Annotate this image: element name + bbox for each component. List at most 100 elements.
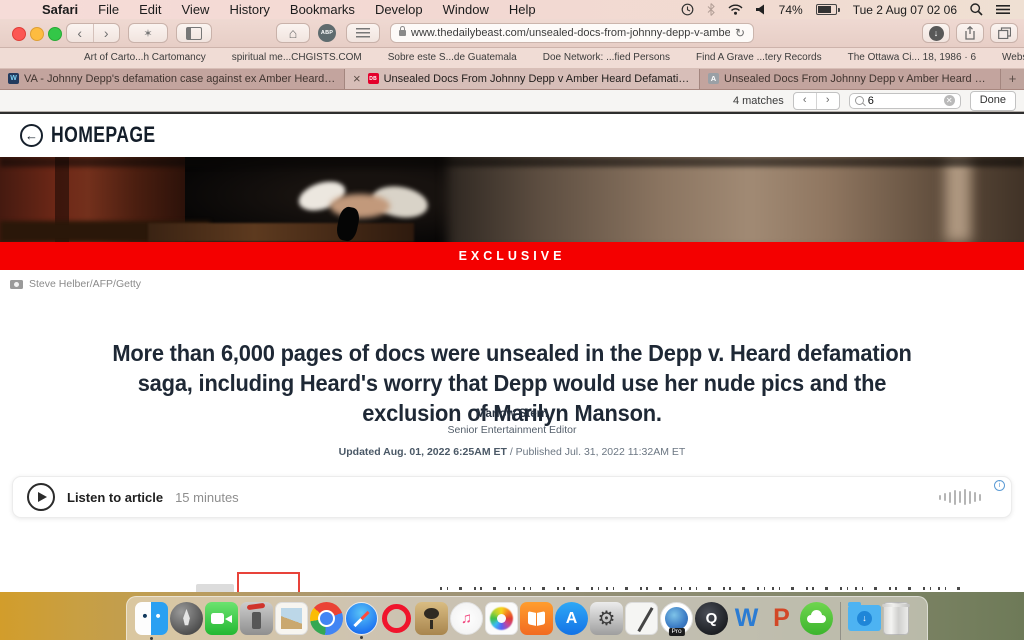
dock-icon-itunes[interactable]: ♫	[450, 602, 483, 635]
find-bar: 4 matches ‹ › 6 ✕ Done	[0, 90, 1024, 112]
word-w-icon: W	[730, 602, 763, 635]
author-title: Senior Entertainment Editor	[0, 424, 1024, 436]
address-bar[interactable]: www.thedailybeast.com/unsealed-docs-from…	[390, 23, 754, 43]
window-minimize-button[interactable]	[30, 27, 44, 41]
dock-icon-powerpoint[interactable]: P	[765, 602, 798, 635]
dock-icon-app-store[interactable]: A	[555, 602, 588, 635]
window-zoom-button[interactable]	[48, 27, 62, 41]
menu-develop[interactable]: Develop	[365, 2, 433, 17]
menu-window[interactable]: Window	[433, 2, 499, 17]
favorite-bookmark[interactable]: The Ottawa Ci... 18, 1986 · 6	[848, 52, 976, 63]
dock-icon-books[interactable]	[520, 602, 553, 635]
author-name[interactable]: Marlow Stern	[0, 408, 1024, 420]
window-close-button[interactable]	[12, 27, 26, 41]
lock-icon	[399, 30, 406, 36]
favorite-bookmark[interactable]: Sobre este S...de Guatemala	[388, 52, 517, 63]
dock-icon-launchpad[interactable]	[170, 602, 203, 635]
url-text[interactable]: www.thedailybeast.com/unsealed-docs-from…	[411, 27, 730, 39]
new-tab-button[interactable]: +	[1001, 68, 1024, 89]
nav-buttons: ‹ ›	[66, 23, 120, 43]
share-button[interactable]	[956, 23, 984, 43]
menu-edit[interactable]: Edit	[129, 2, 171, 17]
published-date: / Published Jul. 31, 2022 11:32AM ET	[510, 446, 686, 458]
tab-inactive-2[interactable]: A Unsealed Docs From Johnny Depp v Amber…	[700, 68, 1001, 89]
menu-clock[interactable]: Tue 2 Aug 07 02 06	[853, 3, 957, 17]
menu-view[interactable]: View	[172, 2, 220, 17]
favorite-bookmark[interactable]: Doe Network: ...fied Persons	[543, 52, 670, 63]
dock-icon-mail[interactable]	[275, 602, 308, 635]
forward-button[interactable]: ›	[94, 24, 120, 42]
reader-lines-button[interactable]	[346, 23, 380, 43]
spotlight-icon[interactable]	[970, 3, 983, 16]
time-machine-icon[interactable]	[681, 3, 694, 16]
bluetooth-icon[interactable]	[707, 3, 715, 16]
top-sites-button[interactable]: ✶	[128, 23, 168, 43]
tab-active[interactable]: × DB Unsealed Docs From Johnny Depp v Am…	[345, 68, 700, 89]
menu-file[interactable]: File	[88, 2, 129, 17]
dock-icon-google-earth-pro[interactable]: Pro	[660, 602, 693, 635]
listen-duration: 15 minutes	[175, 490, 239, 505]
back-arrow-icon[interactable]: ←	[20, 124, 43, 147]
find-next-button[interactable]: ›	[817, 93, 839, 109]
menu-bookmarks[interactable]: Bookmarks	[280, 2, 365, 17]
menu-help[interactable]: Help	[499, 2, 546, 17]
tab-bar: W VA - Johnny Depp's defamation case aga…	[0, 68, 1024, 90]
dock-icon-safari[interactable]	[345, 602, 378, 635]
battery-icon[interactable]	[816, 4, 840, 15]
tab-overview-button[interactable]	[990, 23, 1018, 43]
sidebar-button[interactable]	[176, 23, 212, 43]
dock-separator	[840, 602, 841, 640]
music-note-icon: ♫	[451, 603, 482, 634]
battery-percent[interactable]: 74%	[779, 3, 803, 17]
web-page-content: ← HOMEPAGE EXCLUSIVE Steve Helber/AFP/Ge…	[0, 112, 1024, 592]
adblock-extension-button[interactable]: ABP	[318, 24, 336, 42]
camera-icon	[10, 280, 23, 289]
favorite-bookmark[interactable]: Art of Carto...h Cartomancy	[84, 52, 206, 63]
wifi-icon[interactable]	[728, 4, 743, 15]
find-query[interactable]: 6	[868, 95, 940, 107]
favorite-bookmark[interactable]: Find A Grave ...tery Records	[696, 52, 822, 63]
dock-icon-chrome[interactable]	[310, 602, 343, 635]
dock-icon-system-preferences[interactable]: ⚙	[590, 602, 623, 635]
back-button[interactable]: ‹	[67, 24, 93, 42]
downloads-button[interactable]: ↓	[922, 23, 950, 43]
dock-icon-notepad-document[interactable]	[625, 602, 658, 635]
pro-badge: Pro	[668, 628, 684, 636]
menu-history[interactable]: History	[219, 2, 279, 17]
dock-icon-opera[interactable]	[380, 602, 413, 635]
volume-icon[interactable]	[756, 4, 766, 15]
homepage-link[interactable]: HOMEPAGE	[51, 122, 156, 148]
reload-icon[interactable]: ↻	[735, 26, 745, 40]
menu-safari[interactable]: Safari	[32, 2, 88, 17]
dock-icon-word[interactable]: W	[730, 602, 763, 635]
dock-icon-finder[interactable]	[135, 602, 168, 635]
play-icon	[38, 492, 47, 502]
favorite-bookmark[interactable]: Websleuths	[1002, 52, 1024, 63]
dock-icon-parchment-tree-app[interactable]	[415, 602, 448, 635]
exclusive-banner: EXCLUSIVE	[0, 242, 1024, 270]
share-icon	[964, 26, 976, 40]
clear-search-icon[interactable]: ✕	[944, 95, 955, 106]
find-previous-button[interactable]: ‹	[794, 93, 816, 109]
favorite-bookmark[interactable]: spiritual me...CHGISTS.COM	[232, 52, 362, 63]
notification-center-icon[interactable]	[996, 4, 1010, 15]
find-done-button[interactable]: Done	[970, 91, 1016, 111]
article-hero-image	[0, 157, 1024, 242]
dock-icon-quicktime[interactable]: Q	[695, 602, 728, 635]
play-button[interactable]	[27, 483, 55, 511]
dock-icon-photos[interactable]	[485, 602, 518, 635]
home-button[interactable]: ⌂	[276, 23, 310, 43]
listen-label: Listen to article	[67, 490, 163, 505]
reader-lines-icon	[356, 28, 370, 38]
find-input[interactable]: 6 ✕	[849, 93, 961, 109]
find-matches-count: 4 matches	[733, 95, 784, 107]
dock-icon-stuffit-expander[interactable]	[240, 602, 273, 635]
info-icon[interactable]: i	[994, 480, 1005, 491]
dock-icon-trash[interactable]	[883, 602, 909, 635]
tab-inactive-1[interactable]: W VA - Johnny Depp's defamation case aga…	[0, 68, 345, 89]
dock-icon-cloud-app[interactable]	[800, 602, 833, 635]
tab-close-icon[interactable]: ×	[353, 71, 361, 86]
dock-icon-facetime[interactable]	[205, 602, 238, 635]
article-header: ← HOMEPAGE	[0, 114, 1024, 156]
dock-icon-downloads-folder[interactable]	[848, 605, 881, 631]
